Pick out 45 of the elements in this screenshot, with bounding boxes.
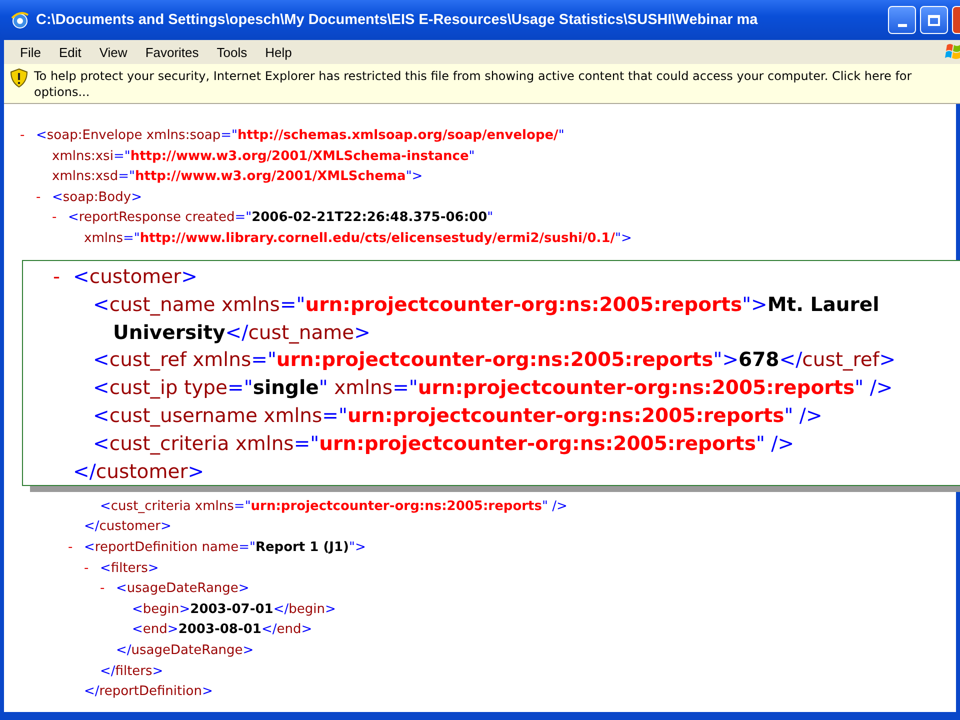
collapse-toggle[interactable]: -	[84, 560, 89, 576]
browser-icon	[10, 10, 30, 30]
menu-item[interactable]: Favorites	[139, 44, 205, 60]
collapse-toggle[interactable]: -	[36, 190, 41, 205]
xml-line: <cust_username xmlns="urn:projectcounter-org:ns:2005:reports" />	[93, 402, 822, 429]
collapse-toggle[interactable]: -	[53, 265, 60, 288]
xml-line: xmlns="http://www.library.cornell.edu/cts/elicensestudy/ermi2/sushi/0.1/">	[83, 230, 632, 248]
xml-line: </customer>	[84, 518, 172, 536]
xml-line: <cust_ip type="single" xmlns="urn:projectcounter-org:ns:2005:reports" />	[93, 375, 893, 402]
xml-line: <filters>	[100, 560, 159, 578]
xml-line: <end>2003-08-01</end>	[132, 621, 312, 640]
xml-line: xmlns:xsd="http://www.w3.org/2001/XMLSchema">	[51, 168, 423, 186]
xml-line: <reportResponse created="2006-02-21T22:26:48.375-06:00"	[68, 209, 494, 228]
shield-icon	[10, 68, 28, 88]
maximize-button[interactable]	[920, 6, 948, 34]
close-button[interactable]	[952, 6, 960, 34]
collapse-toggle[interactable]: -	[52, 210, 57, 226]
xml-line: <cust_criteria xmlns="urn:projectcounter-org:ns:2005:reports" />	[93, 430, 794, 457]
xml-line: </usageDateRange>	[116, 642, 254, 660]
security-message: To help protect your security, Internet Explorer has restricted this file from showing active content that could access your computer. Click here for options...	[34, 68, 913, 100]
xml-line: </reportDefinition>	[84, 683, 213, 702]
xml-line: <customer>	[73, 264, 198, 290]
menu-item[interactable]: Help	[259, 44, 298, 60]
xml-line: </customer>	[73, 458, 204, 485]
menu-item[interactable]: File	[14, 44, 47, 60]
xml-line: <soap:Body>	[52, 188, 142, 207]
security-info-bar[interactable]: To help protect your security, Internet Explorer has restricted this file from showing active content that could access your computer. Click here for options...	[4, 64, 960, 104]
minimize-button[interactable]	[888, 6, 916, 34]
xml-line: <begin>2003-07-01</begin>	[132, 600, 336, 619]
menu-item[interactable]: Edit	[52, 44, 88, 60]
xml-line: University</cust_name>	[112, 320, 370, 346]
collapse-toggle[interactable]: -	[68, 540, 73, 555]
menu-item[interactable]: View	[93, 44, 134, 60]
xml-line: <cust_ref xmlns="urn:projectcounter-org:ns:2005:reports">678</cust_ref>	[93, 347, 896, 374]
xml-line: xmlns:xsi="http://www.w3.org/2001/XMLSchema-instance"	[51, 148, 475, 166]
collapse-toggle[interactable]: -	[20, 128, 25, 143]
xml-line: <soap:Envelope xmlns:soap="http://schemas.xmlsoap.org/soap/envelope/"	[36, 127, 564, 145]
xml-line: </filters>	[100, 662, 164, 680]
xml-line: <cust_name xmlns="urn:projectcounter-org:ns:2005:reports">Mt. Laurel	[93, 292, 880, 318]
collapse-toggle[interactable]: -	[100, 581, 105, 596]
xml-line: <usageDateRange>	[116, 580, 250, 598]
xml-line: <cust_criteria xmlns="urn:projectcounter-org:ns:2005:reports" />	[100, 498, 568, 516]
window-title: C:\Documents and Settings\opesch\My Documents\EIS E-Resources\Usage Statistics\SUSHI\Webinar ma	[36, 12, 758, 28]
menu-item[interactable]: Tools	[210, 44, 254, 60]
xml-line: <reportDefinition name="Report 1 (J1)">	[84, 538, 366, 557]
